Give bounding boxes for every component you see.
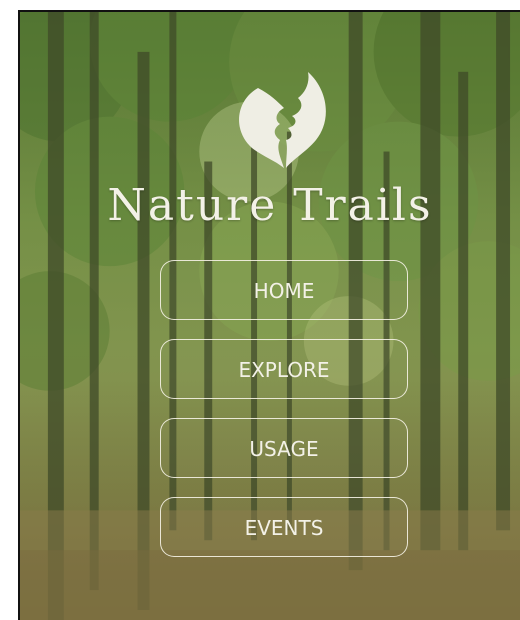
main-content: Nature Trails HOME EXPLORE USAGE EVENTS [20,12,520,620]
main-menu: HOME EXPLORE USAGE EVENTS [160,260,410,576]
events-button[interactable]: EVENTS [160,497,408,557]
app-title: Nature Trails [107,180,433,231]
explore-button[interactable]: EXPLORE [160,339,408,399]
home-button[interactable]: HOME [160,260,408,320]
leaf-profile-icon [239,72,326,168]
usage-button[interactable]: USAGE [160,418,408,478]
app-window: Nature Trails HOME EXPLORE USAGE EVENTS [18,10,520,620]
